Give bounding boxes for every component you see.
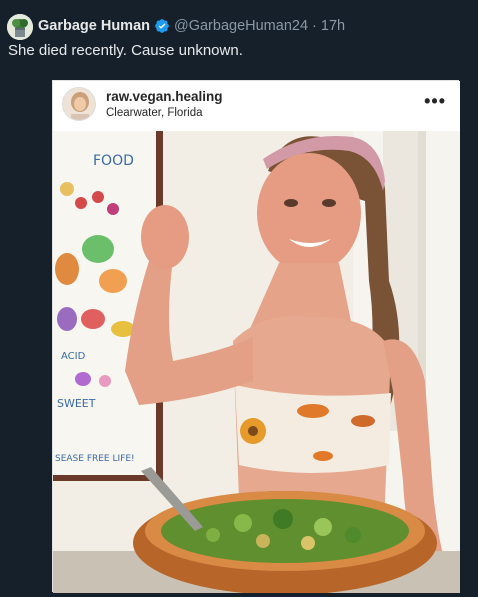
- instagram-avatar: [62, 87, 96, 121]
- instagram-location: Clearwater, Florida: [106, 107, 203, 119]
- tweet-text: She died recently. Cause unknown.: [8, 42, 243, 59]
- poster-word-food: FOOD: [93, 153, 134, 169]
- poster-word-disease-free: SEASE FREE LIFE!: [55, 454, 135, 464]
- timestamp[interactable]: 17h: [321, 18, 345, 34]
- post-photo: FOOD ACID SWEET SEASE FREE LIFE!: [53, 131, 460, 593]
- poster-word-acid: ACID: [61, 351, 86, 362]
- display-name[interactable]: Garbage Human: [38, 18, 150, 34]
- user-handle[interactable]: @GarbageHuman24: [174, 18, 308, 34]
- instagram-username: raw.vegan.healing: [106, 89, 223, 104]
- instagram-post-header: raw.vegan.healing Clearwater, Florida ••…: [53, 81, 460, 131]
- embedded-image[interactable]: raw.vegan.healing Clearwater, Florida ••…: [52, 80, 460, 593]
- verified-badge-icon: [155, 19, 169, 33]
- poster-word-sweet: SWEET: [57, 397, 96, 410]
- tweet: Garbage Human @GarbageHuman24 · 17h She …: [0, 0, 478, 597]
- tweet-header: Garbage Human @GarbageHuman24 · 17h: [38, 16, 345, 36]
- more-options-icon: •••: [424, 91, 446, 111]
- separator-dot: ·: [312, 18, 317, 34]
- user-avatar[interactable]: [7, 14, 33, 40]
